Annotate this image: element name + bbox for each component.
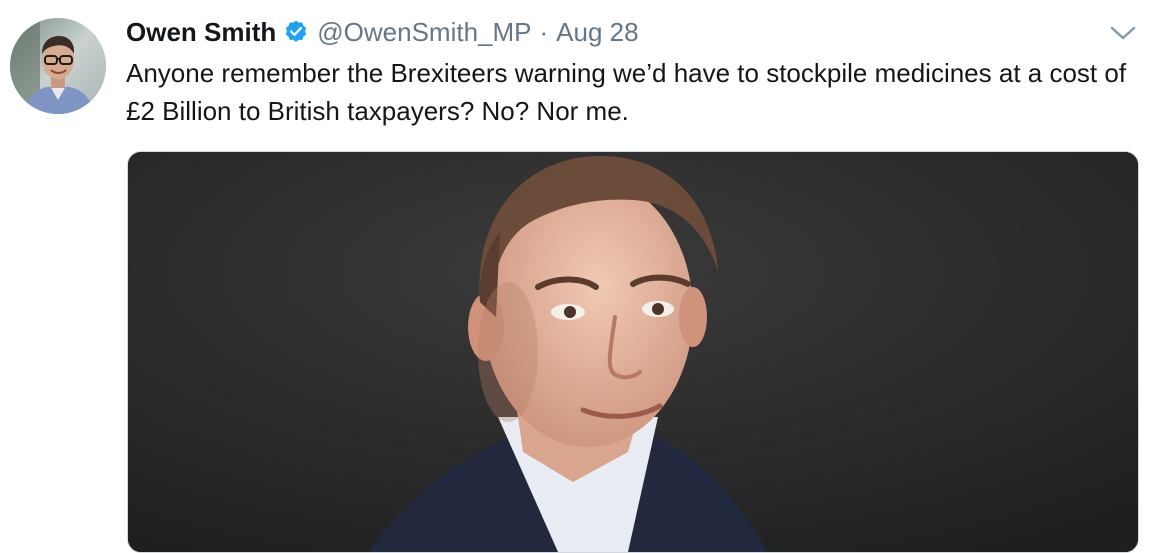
media-photo	[128, 152, 1138, 552]
avatar[interactable]	[10, 18, 106, 114]
header-separator: ·	[539, 16, 549, 47]
tweet-timestamp[interactable]: Aug 28	[556, 17, 638, 48]
verified-badge-icon	[286, 20, 307, 42]
avatar-image	[10, 18, 106, 114]
tweet-media-photo[interactable]	[127, 151, 1139, 553]
tweet-text: Anyone remember the Brexiteers warning w…	[126, 58, 1127, 126]
author-name[interactable]: Owen Smith	[126, 17, 276, 48]
chevron-down-icon[interactable]	[1108, 22, 1138, 44]
author-handle[interactable]: @OwenSmith_MP	[317, 17, 531, 48]
tweet[interactable]: Owen Smith @OwenSmith_MP · Aug 28 Anyone…	[0, 0, 1159, 553]
tweet-header: Owen Smith @OwenSmith_MP · Aug 28	[126, 14, 639, 50]
